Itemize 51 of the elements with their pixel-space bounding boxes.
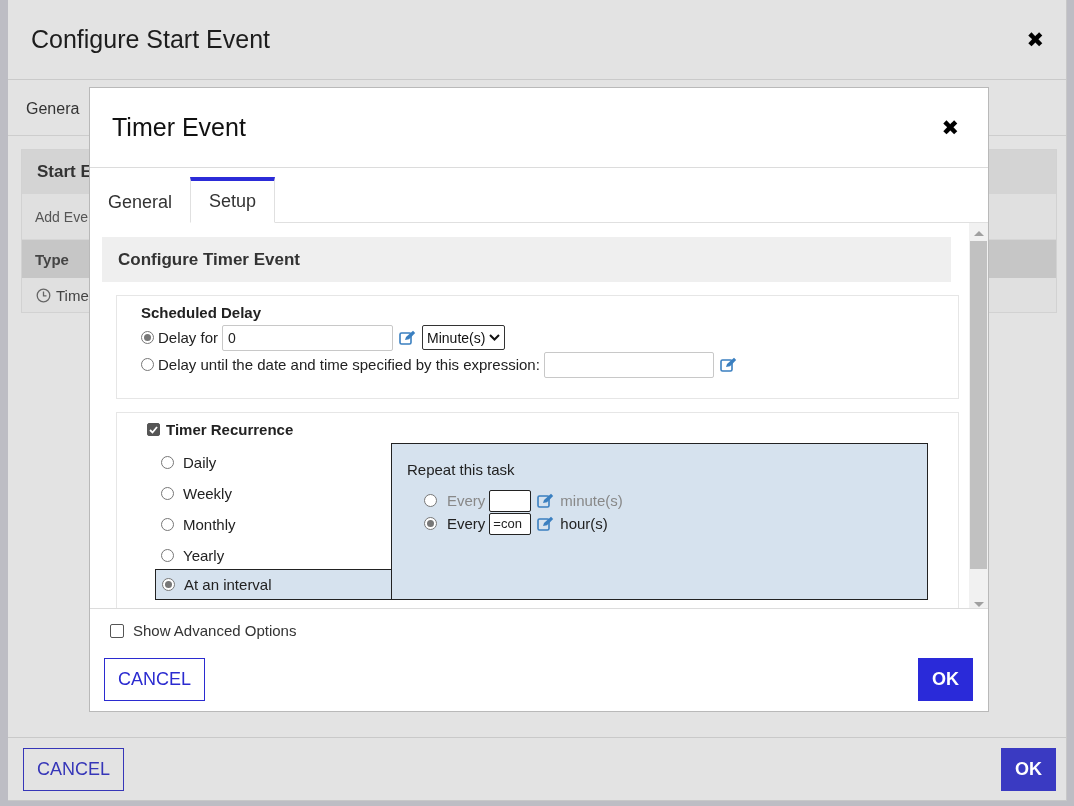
dialog-title: Timer Event (112, 113, 246, 142)
add-link[interactable]: Add Eve (35, 208, 88, 225)
option-label: Every (447, 492, 486, 509)
checkbox-label: Show Advanced Options (133, 622, 297, 639)
input-field[interactable]: 0 (222, 324, 394, 351)
tab[interactable]: Setup (190, 177, 276, 223)
option-label: Delay until the date and time specified by this expression: (158, 356, 540, 373)
edit-icon[interactable] (719, 357, 737, 372)
radio-button[interactable] (161, 549, 174, 562)
option-label: Monthly (183, 516, 236, 533)
option-label: At an interval (184, 576, 272, 593)
close-button[interactable]: ✖ (941, 115, 959, 140)
option-label: Every (447, 515, 486, 532)
option-label: Daily (183, 454, 217, 471)
tab[interactable]: Genera (26, 97, 80, 118)
radio-button[interactable] (162, 578, 175, 591)
cancel-button[interactable]: CANCEL (104, 658, 206, 701)
ok-button[interactable]: OK (1001, 747, 1056, 791)
checkbox-label: Timer Recurrence (166, 421, 294, 438)
option-label: Delay for (158, 329, 219, 346)
chevron-down-icon (489, 334, 501, 341)
panel-title: Repeat this task (407, 461, 515, 478)
scrollbar[interactable] (969, 223, 988, 608)
radio-button[interactable] (424, 517, 437, 530)
ok-button[interactable]: OK (918, 658, 973, 701)
radio-button[interactable] (161, 518, 174, 531)
clock-icon (36, 287, 51, 303)
edit-icon[interactable] (537, 516, 555, 531)
dialog-title: Configure Start Event (31, 25, 270, 54)
radio-button[interactable] (161, 487, 174, 500)
input-field[interactable] (489, 489, 532, 512)
unit-dropdown[interactable]: Minute(s) (422, 325, 506, 350)
option-label: Weekly (183, 485, 232, 502)
input-field[interactable]: =con (489, 512, 532, 535)
radio-button[interactable] (141, 358, 154, 371)
radio-button[interactable] (141, 331, 154, 344)
checkbox[interactable] (147, 423, 160, 436)
edit-icon[interactable] (399, 330, 417, 345)
unit-label: hour(s) (560, 515, 608, 532)
edit-icon[interactable] (537, 493, 555, 508)
close-button[interactable]: ✖ (1026, 27, 1044, 52)
column-header: Type (35, 250, 69, 268)
radio-button[interactable] (161, 456, 174, 469)
table-cell: Time (56, 286, 89, 304)
fieldset-title: Scheduled Delay (141, 304, 262, 321)
cancel-button[interactable]: CANCEL (23, 747, 125, 791)
unit-label: minute(s) (560, 492, 623, 509)
option-label: Yearly (183, 547, 225, 564)
section-header: Configure Timer Event (102, 237, 951, 282)
checkbox[interactable] (110, 623, 124, 638)
radio-button[interactable] (424, 494, 437, 507)
